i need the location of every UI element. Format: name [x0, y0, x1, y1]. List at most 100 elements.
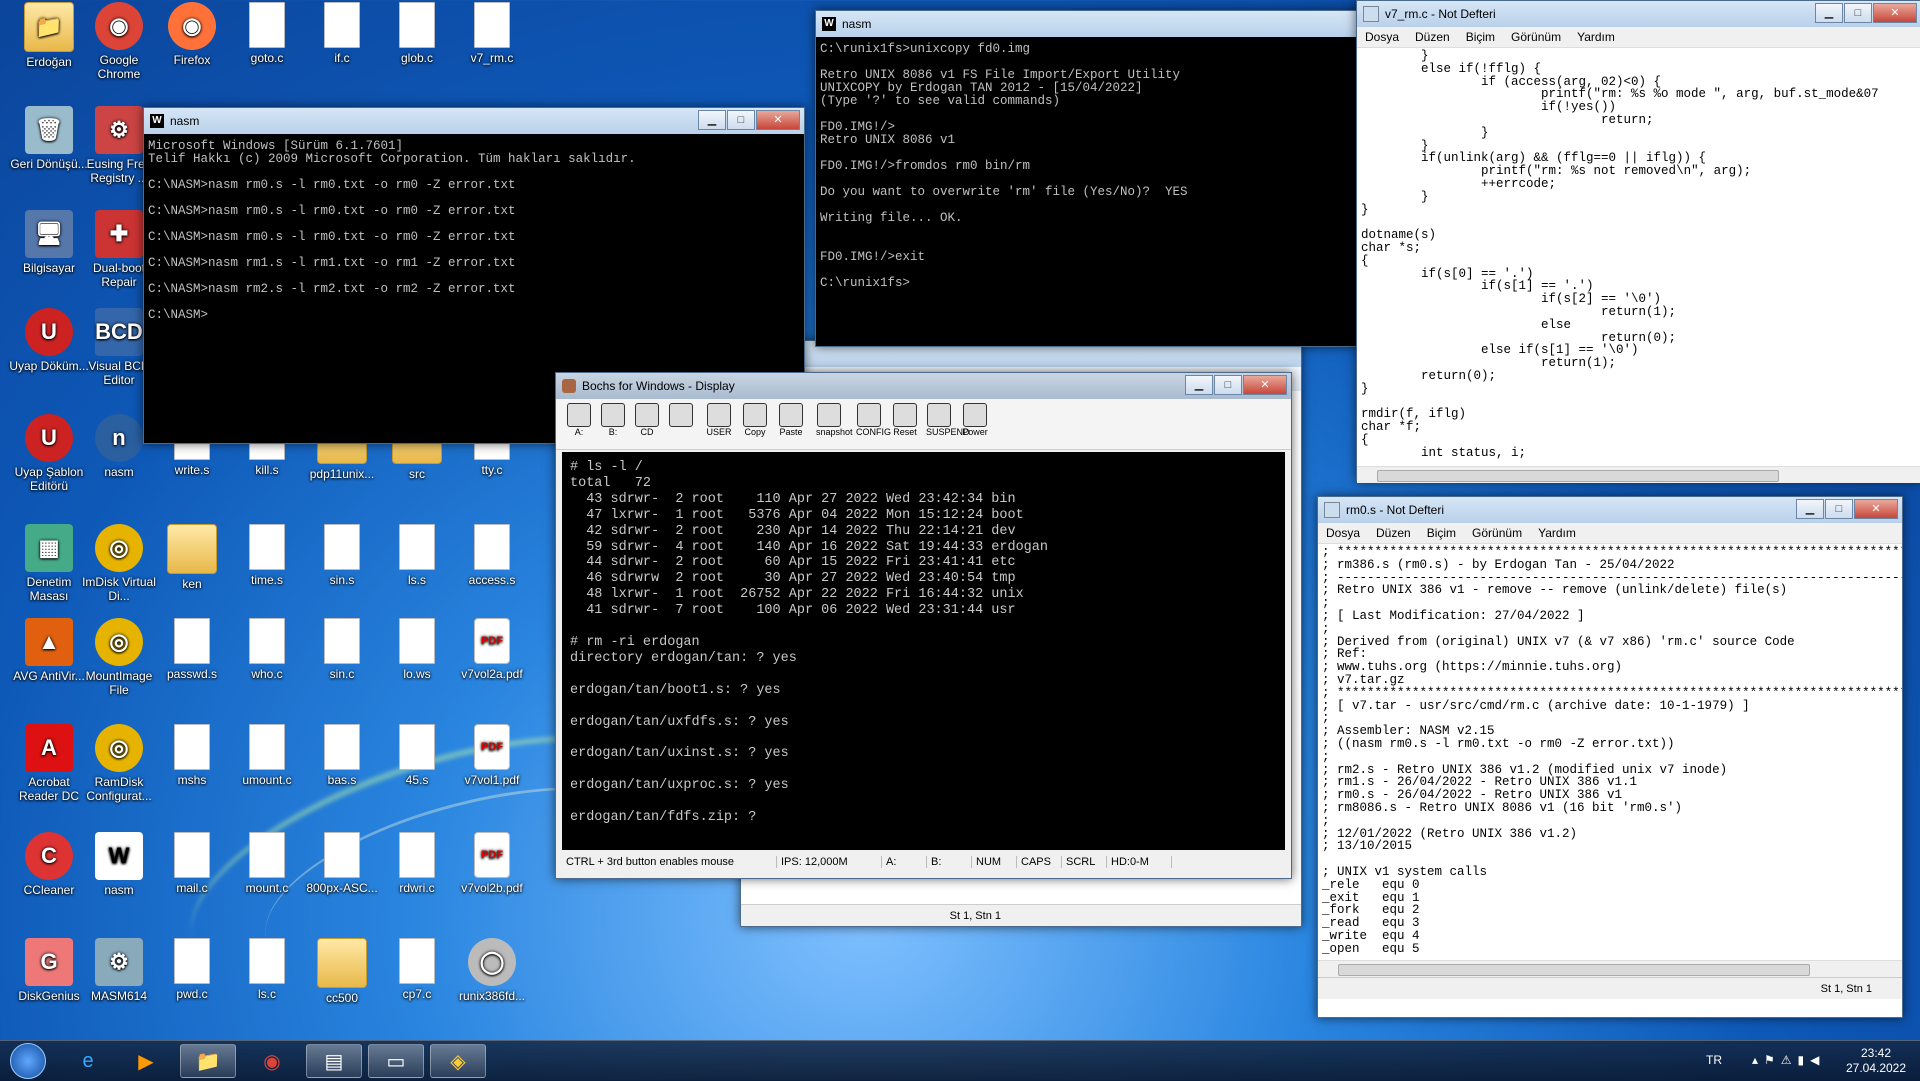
desktop-icon-nasm[interactable]: Wnasm: [78, 832, 160, 897]
desktop-icon-lo-ws[interactable]: lo.ws: [376, 618, 458, 681]
rm0s-text[interactable]: ; **************************************…: [1318, 544, 1902, 960]
desktop-icon-cp7-c[interactable]: cp7.c: [376, 938, 458, 1001]
ie-icon[interactable]: e: [60, 1044, 116, 1078]
desktop-icon-bas-s[interactable]: bas.s: [301, 724, 383, 787]
file-icon: [399, 832, 435, 878]
runix-console-output[interactable]: C:\runix1fs>unixcopy fd0.img Retro UNIX …: [816, 37, 1361, 345]
desktop-icon-if-c[interactable]: if.c: [301, 2, 383, 65]
rm0s-menu-0[interactable]: Dosya: [1318, 526, 1368, 540]
desktop-icon-passwd-s[interactable]: passwd.s: [151, 618, 233, 681]
explorer-taskbar-icon[interactable]: 📁: [180, 1044, 236, 1078]
desktop-icon-v7vol1-pdf[interactable]: PDF v7vol1.pdf: [451, 724, 533, 787]
cmd-taskbar-icon[interactable]: ▭: [368, 1044, 424, 1078]
rm0s-menu-4[interactable]: Yardım: [1530, 526, 1584, 540]
notepad-taskbar-icon[interactable]: ▤: [306, 1044, 362, 1078]
desktop-icon-masm614[interactable]: ⚙ MASM614: [78, 938, 160, 1003]
bochs-toolbar-button-2[interactable]: CD: [634, 403, 660, 443]
runix-console-window[interactable]: W nasm C:\runix1fs>unixcopy fd0.img Retr…: [815, 10, 1362, 347]
start-button[interactable]: [2, 1043, 54, 1079]
v7rm-hscroll[interactable]: [1357, 466, 1920, 483]
bochs-toolbar-button-6[interactable]: Paste: [778, 403, 804, 443]
bochs-toolbar-button-5[interactable]: Copy: [742, 403, 768, 443]
bochs-toolbar-button-1[interactable]: B:: [600, 403, 626, 443]
desktop-icon-mountimage-file[interactable]: ◎ MountImage File: [78, 618, 160, 697]
maximize-button[interactable]: □: [1825, 499, 1853, 519]
desktop-icon-firefox[interactable]: ◉ Firefox: [151, 2, 233, 67]
desktop-icon-time-s[interactable]: time.s: [226, 524, 308, 587]
v7rm-menu-4[interactable]: Yardım: [1569, 30, 1623, 44]
close-button[interactable]: ✕: [756, 110, 800, 130]
desktop-icon-pwd-c[interactable]: pwd.c: [151, 938, 233, 1001]
desktop-icon-ramdisk-configurat-[interactable]: ◎ RamDisk Configurat...: [78, 724, 160, 803]
v7rm-menu-1[interactable]: Düzen: [1407, 30, 1458, 44]
v7rm-titlebar[interactable]: v7_rm.c - Not Defteri ▁ □ ✕: [1357, 1, 1920, 27]
close-button[interactable]: ✕: [1854, 499, 1898, 519]
rm0s-menu-1[interactable]: Düzen: [1368, 526, 1419, 540]
bochs-toolbar-button-7[interactable]: snapshot: [816, 403, 853, 443]
desktop-icon-v7vol2b-pdf[interactable]: PDF v7vol2b.pdf: [451, 832, 533, 895]
nasm-console-titlebar[interactable]: W nasm ▁ □ ✕: [144, 108, 804, 134]
chrome-taskbar-icon[interactable]: ◉: [244, 1044, 300, 1078]
desktop-icon-ls-s[interactable]: ls.s: [376, 524, 458, 587]
rm0s-menu-3[interactable]: Görünüm: [1464, 526, 1530, 540]
bochs-window[interactable]: Bochs for Windows - Display ▁ □ ✕ A: B: CD…: [555, 372, 1292, 879]
desktop-icon-mail-c[interactable]: mail.c: [151, 832, 233, 895]
minimize-button[interactable]: ▁: [1796, 499, 1824, 519]
desktop-icon-mshs[interactable]: mshs: [151, 724, 233, 787]
rm0s-notepad-window[interactable]: rm0.s - Not Defteri ▁ □ ✕ Dosya Düzen Biçi…: [1317, 496, 1903, 1018]
desktop-icon-who-c[interactable]: who.c: [226, 618, 308, 681]
clock[interactable]: 23:42 27.04.2022: [1836, 1046, 1916, 1076]
desktop-icon-rdwri-c[interactable]: rdwri.c: [376, 832, 458, 895]
bochs-toolbar-button-11[interactable]: Power: [962, 403, 988, 443]
rm0s-hscroll[interactable]: [1318, 960, 1902, 977]
v7rm-text[interactable]: } else if(!fflg) { if (access(arg, 02)<0…: [1357, 48, 1920, 466]
desktop-icon-v7-rm-c[interactable]: v7_rm.c: [451, 2, 533, 65]
runix-console-titlebar[interactable]: W nasm: [816, 11, 1361, 37]
v7rm-menu-3[interactable]: Görünüm: [1503, 30, 1569, 44]
desktop-icon-goto-c[interactable]: goto.c: [226, 2, 308, 65]
desktop-icon-glob-c[interactable]: glob.c: [376, 2, 458, 65]
bochs-toolbar-button-4[interactable]: USER: [706, 403, 732, 443]
v7rm-menu-0[interactable]: Dosya: [1357, 30, 1407, 44]
rm0s-titlebar[interactable]: rm0.s - Not Defteri ▁ □ ✕: [1318, 497, 1902, 523]
desktop-icon-v7vol2a-pdf[interactable]: PDF v7vol2a.pdf: [451, 618, 533, 681]
bochs-toolbar-button-10[interactable]: SUSPEND: [926, 403, 970, 443]
desktop-icon-imdisk-virtual-di-[interactable]: ◎ ImDisk Virtual Di...: [78, 524, 160, 603]
desktop-icon-mount-c[interactable]: mount.c: [226, 832, 308, 895]
v7rm-notepad-window[interactable]: v7_rm.c - Not Defteri ▁ □ ✕ Dosya Düzen Bi…: [1356, 0, 1920, 483]
desktop-icon-label: Google Chrome: [97, 53, 141, 81]
desktop-icon-cc500[interactable]: cc500: [301, 938, 383, 1005]
desktop-icon-ls-c[interactable]: ls.c: [226, 938, 308, 1001]
desktop-icon-umount-c[interactable]: umount.c: [226, 724, 308, 787]
desktop-icon-runix386fd-[interactable]: ◯ runix386fd...: [451, 938, 533, 1003]
close-button[interactable]: ✕: [1243, 375, 1287, 395]
tray-icons[interactable]: ▴⚑⚠▮◀: [1752, 1053, 1825, 1067]
v7rm-menu-2[interactable]: Biçim: [1458, 30, 1503, 44]
desktop-icon-access-s[interactable]: access.s: [451, 524, 533, 587]
media-player-icon[interactable]: ▶: [118, 1044, 174, 1078]
minimize-button[interactable]: ▁: [1815, 3, 1843, 23]
bochs-toolbar-button-9[interactable]: Reset: [892, 403, 918, 443]
rm0s-statusbar: St 1, Stn 1: [1318, 977, 1902, 999]
minimize-button[interactable]: ▁: [1185, 375, 1213, 395]
desktop-icon-google-chrome[interactable]: ◉ Google Chrome: [78, 2, 160, 81]
minimize-button[interactable]: ▁: [698, 110, 726, 130]
bochs-taskbar-icon[interactable]: ◈: [430, 1044, 486, 1078]
desktop-icon-45-s[interactable]: 45.s: [376, 724, 458, 787]
desktop-icon-label: write.s: [174, 463, 210, 477]
desktop-icon-sin-s[interactable]: sin.s: [301, 524, 383, 587]
rm0s-menu-2[interactable]: Biçim: [1419, 526, 1464, 540]
maximize-button[interactable]: □: [1214, 375, 1242, 395]
bochs-toolbar-button-0[interactable]: A:: [566, 403, 592, 443]
desktop-icon-800px-asc-[interactable]: 800px-ASC...: [301, 832, 383, 895]
bochs-toolbar-button-8[interactable]: CONFIG: [856, 403, 891, 443]
bochs-toolbar-button-3[interactable]: [668, 403, 694, 443]
bochs-titlebar[interactable]: Bochs for Windows - Display ▁ □ ✕: [556, 373, 1291, 399]
close-button[interactable]: ✕: [1873, 3, 1917, 23]
bochs-screen[interactable]: # ls -l / total 72 43 sdrwr- 2 root 110 …: [562, 452, 1285, 850]
maximize-button[interactable]: □: [1844, 3, 1872, 23]
desktop-icon-sin-c[interactable]: sin.c: [301, 618, 383, 681]
maximize-button[interactable]: □: [727, 110, 755, 130]
language-indicator[interactable]: TR: [1706, 1053, 1722, 1067]
desktop-icon-ken[interactable]: ken: [151, 524, 233, 591]
